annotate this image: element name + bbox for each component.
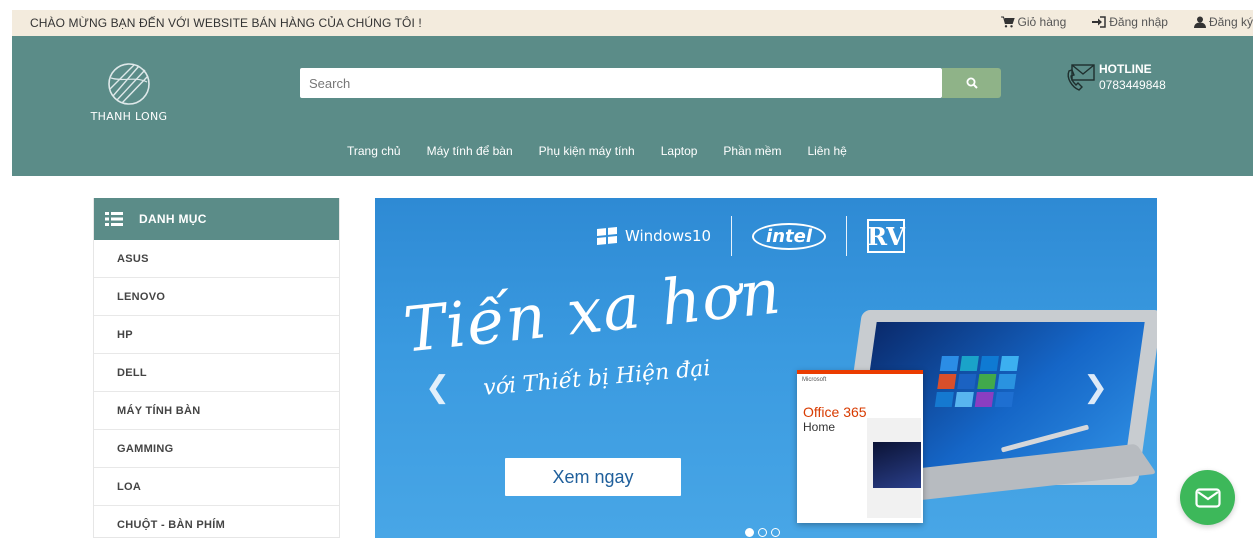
main-nav: Trang chủ Máy tính để bàn Phụ kiện máy t… <box>347 144 873 158</box>
logo-text: THANH LONG <box>90 110 168 123</box>
sidebar-item-asus[interactable]: ASUS <box>94 240 339 278</box>
sidebar-item-speaker[interactable]: LOA <box>94 468 339 506</box>
phone-mail-icon <box>1067 64 1095 91</box>
banner-slogan: Tiến xa hơn <box>400 254 785 367</box>
user-icon <box>1193 16 1206 28</box>
carousel-indicators <box>745 528 784 537</box>
rv-logo: RV <box>867 219 906 253</box>
account-links: Giỏ hàng Đăng nhập Đăng ký <box>975 15 1253 29</box>
nav-item-desktop[interactable]: Máy tính để bàn <box>427 144 513 158</box>
nav-item-software[interactable]: Phần mềm <box>723 144 781 158</box>
sidebar-item-mouse-keyboard[interactable]: CHUỘT - BÀN PHÍM <box>94 506 339 538</box>
logo-globe-icon <box>108 63 150 105</box>
brand-divider <box>846 216 848 256</box>
office-subtitle: Home <box>803 420 836 434</box>
nav-item-home[interactable]: Trang chủ <box>347 144 401 158</box>
site-header: THANH LONG HOTLINE 0783449848 Trang chủ … <box>12 36 1253 176</box>
windows-brand: Windows10 <box>597 226 712 246</box>
office-brand: Microsoft <box>802 377 827 383</box>
list-icon <box>105 212 123 226</box>
nav-item-laptop[interactable]: Laptop <box>661 144 698 158</box>
windows-logo-icon <box>597 226 617 246</box>
carousel-next-button[interactable]: ❯ <box>1083 370 1108 405</box>
category-sidebar: DANH MỤC ASUS LENOVO HP DELL MÁY TÍNH BÀ… <box>93 198 340 538</box>
chevron-left-icon: ❮ <box>425 370 451 405</box>
login-label: Đăng nhập <box>1109 15 1168 29</box>
cart-icon <box>1000 16 1015 28</box>
hotline-title: HOTLINE <box>1099 62 1152 76</box>
search-input[interactable] <box>300 68 942 98</box>
search-button[interactable] <box>942 68 1001 98</box>
view-now-button[interactable]: Xem ngay <box>505 458 681 496</box>
site-logo[interactable]: THANH LONG <box>89 58 169 130</box>
category-header: DANH MỤC <box>94 198 339 240</box>
login-icon <box>1092 16 1106 28</box>
chevron-right-icon: ❯ <box>1083 370 1109 405</box>
register-link[interactable]: Đăng ký <box>1193 15 1253 29</box>
banner-subslogan: với Thiết bị Hiện đại <box>482 356 712 401</box>
windows-label: Windows10 <box>625 227 712 245</box>
email-icon <box>1194 487 1221 508</box>
chat-button[interactable] <box>1180 470 1235 525</box>
hotline-phone: 0783449848 <box>1099 78 1166 92</box>
hotline: HOTLINE 0783449848 <box>1066 60 1196 100</box>
carousel-prev-button[interactable]: ❮ <box>425 370 450 405</box>
hero-banner[interactable]: Windows10 intel RV Tiến xa hơn với Thiết… <box>375 198 1157 538</box>
sidebar-item-lenovo[interactable]: LENOVO <box>94 278 339 316</box>
brand-divider <box>731 216 733 256</box>
sidebar-item-gaming[interactable]: GAMMING <box>94 430 339 468</box>
top-bar: CHÀO MỪNG BẠN ĐẾN VỚI WEBSITE BÁN HÀNG C… <box>12 10 1253 36</box>
nav-item-contact[interactable]: Liên hệ <box>807 144 846 158</box>
cart-label: Giỏ hàng <box>1017 15 1067 29</box>
category-title: DANH MỤC <box>139 212 207 226</box>
sidebar-item-dell[interactable]: DELL <box>94 354 339 392</box>
carousel-dot[interactable] <box>771 528 780 537</box>
cart-link[interactable]: Giỏ hàng <box>1000 15 1067 29</box>
welcome-message: CHÀO MỪNG BẠN ĐẾN VỚI WEBSITE BÁN HÀNG C… <box>30 16 422 30</box>
brand-logos: Windows10 intel RV <box>597 216 906 256</box>
register-label: Đăng ký <box>1208 15 1253 29</box>
nav-item-accessories[interactable]: Phụ kiện máy tính <box>539 144 635 158</box>
search-icon <box>966 77 978 89</box>
carousel-dot[interactable] <box>758 528 767 537</box>
sidebar-item-desktop[interactable]: MÁY TÍNH BÀN <box>94 392 339 430</box>
login-link[interactable]: Đăng nhập <box>1092 15 1168 29</box>
office-title: Office 365 <box>803 404 867 420</box>
start-tiles <box>934 356 1019 407</box>
sidebar-item-hp[interactable]: HP <box>94 316 339 354</box>
carousel-dot[interactable] <box>745 528 754 537</box>
office-box-image: Microsoft Office 365 Home <box>797 370 923 523</box>
intel-logo: intel <box>752 222 827 250</box>
office-band <box>797 370 923 374</box>
office-space-image <box>873 442 921 488</box>
